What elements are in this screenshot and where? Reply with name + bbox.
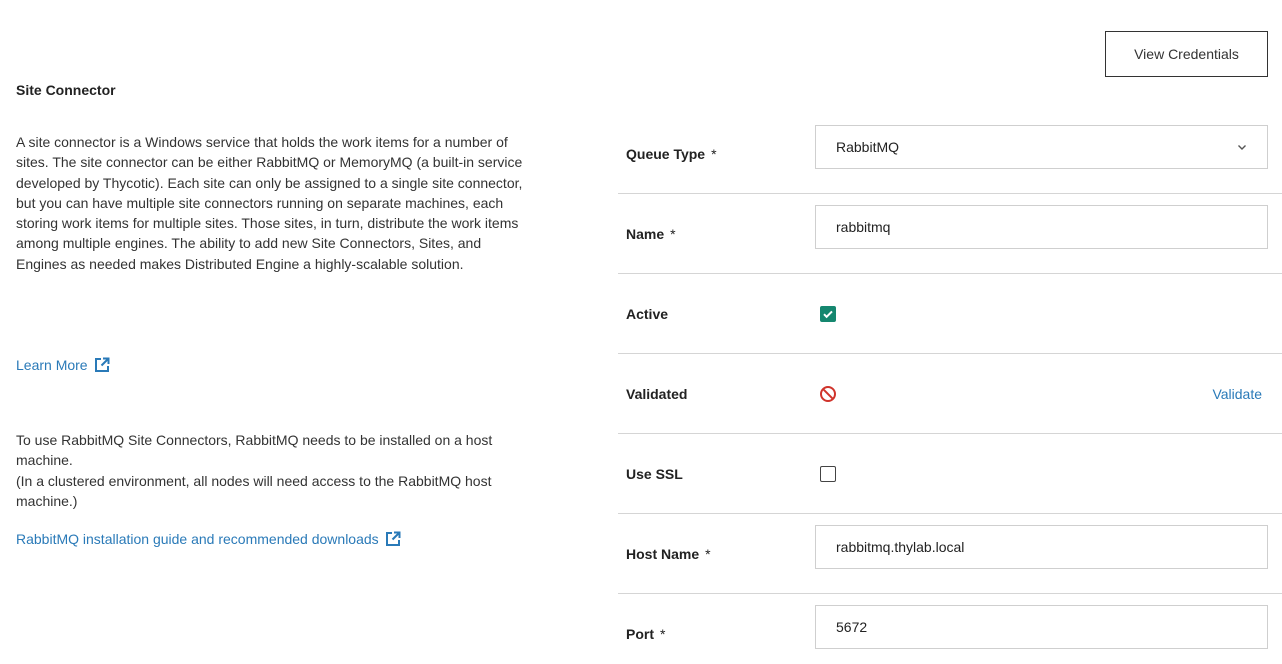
validated-row: Validated Validate [618,354,1282,434]
site-connector-form: Queue Type * RabbitMQ Name * rabbitmq Acti… [618,114,1282,664]
use-ssl-label: Use SSL [626,465,683,482]
queue-type-label-text: Queue Type [626,145,706,162]
checkmark-icon [823,310,833,318]
queue-type-label: Queue Type * [626,146,717,162]
port-row: Port * 5672 [618,594,1282,664]
queue-type-value: RabbitMQ [836,139,900,155]
no-entry-icon [820,385,836,402]
host-name-value: rabbitmq.thylab.local [836,539,965,555]
required-marker: * [670,225,676,242]
site-connector-page: Site Connector A site connector is a Win… [0,0,1282,664]
active-checkbox[interactable] [820,305,836,322]
active-row: Active [618,274,1282,354]
use-ssl-checkbox[interactable] [820,465,836,482]
host-name-input[interactable]: rabbitmq.thylab.local [815,525,1268,569]
external-link-icon [94,357,110,372]
rabbitmq-note-line2: (In a clustered environment, all nodes w… [16,472,492,509]
required-marker: * [711,145,717,162]
validate-link[interactable]: Validate [1212,386,1262,402]
active-label: Active [626,305,669,322]
rabbitmq-guide-label: RabbitMQ installation guide and recommen… [16,531,379,547]
name-label-text: Name [626,225,665,242]
host-name-row: Host Name * rabbitmq.thylab.local [618,514,1282,594]
learn-more-label: Learn More [16,357,88,373]
rabbitmq-note: To use RabbitMQ Site Connectors, RabbitM… [16,430,526,511]
port-label: Port * [626,626,665,642]
name-input[interactable]: rabbitmq [815,205,1268,249]
validated-label: Validated [626,385,688,402]
host-name-label: Host Name * [626,546,711,562]
name-label: Name * [626,226,676,242]
queue-type-row: Queue Type * RabbitMQ [618,114,1282,194]
queue-type-select[interactable]: RabbitMQ [815,125,1268,169]
external-link-icon [385,531,401,546]
port-label-text: Port [626,626,654,642]
name-value: rabbitmq [836,219,891,235]
rabbitmq-guide-link[interactable]: RabbitMQ installation guide and recommen… [16,531,401,547]
learn-more-link[interactable]: Learn More [16,357,110,373]
view-credentials-button[interactable]: View Credentials [1105,31,1268,77]
port-input[interactable]: 5672 [815,605,1268,649]
use-ssl-row: Use SSL [618,434,1282,514]
required-marker: * [660,626,666,642]
rabbitmq-note-line1: To use RabbitMQ Site Connectors, RabbitM… [16,432,493,469]
site-connector-description: A site connector is a Windows service th… [16,134,523,272]
required-marker: * [705,545,711,562]
host-name-label-text: Host Name [626,545,700,562]
section-title: Site Connector [16,82,116,98]
port-value: 5672 [836,619,868,635]
name-row: Name * rabbitmq [618,194,1282,274]
chevron-down-icon [1238,145,1246,150]
